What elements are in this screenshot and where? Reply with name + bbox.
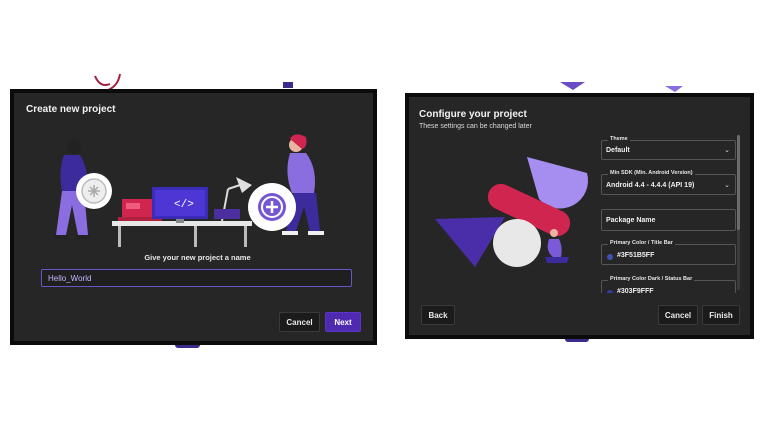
- primary-color-swatch: [607, 254, 613, 260]
- configure-project-dialog: Configure your project These settings ca…: [405, 93, 754, 339]
- primary-color-dark-field[interactable]: Primary Color Dark / Status Bar #303F9FF…: [601, 276, 736, 293]
- min-sdk-select[interactable]: Min SDK (Min. Android Version) Android 4…: [601, 170, 736, 195]
- finish-button[interactable]: Finish: [702, 305, 740, 325]
- next-button[interactable]: Next: [325, 312, 361, 332]
- back-button[interactable]: Back: [421, 305, 455, 325]
- primary-color-dark-value: #303F9FFF: [617, 288, 654, 293]
- project-name-input[interactable]: [41, 269, 352, 287]
- chevron-down-icon: ⌄: [724, 182, 730, 189]
- scrollbar-thumb[interactable]: [737, 135, 740, 230]
- package-name-placeholder: Package Name: [606, 217, 656, 224]
- project-name-prompt: Give your new project a name: [144, 253, 251, 262]
- primary-color-field[interactable]: Primary Color / Title Bar #3F51B5FF: [601, 240, 736, 265]
- cancel-button[interactable]: Cancel: [658, 305, 698, 325]
- package-name-field[interactable]: Package Name: [601, 209, 736, 231]
- chevron-down-icon: ⌄: [724, 147, 730, 154]
- theme-select[interactable]: Theme Default ⌄: [601, 136, 736, 160]
- svg-text:</>: </>: [174, 199, 194, 211]
- create-project-dialog: Create new project </> Give your new pro…: [10, 89, 377, 345]
- theme-value: Default: [606, 147, 630, 154]
- primary-color-label: Primary Color / Title Bar: [608, 240, 675, 246]
- primary-color-value: #3F51B5FF: [617, 252, 655, 259]
- form-scrollbar[interactable]: [737, 135, 740, 290]
- theme-label: Theme: [608, 136, 630, 142]
- team-illustration: </>: [54, 134, 324, 247]
- min-sdk-value: Android 4.4 - 4.4.4 (API 19): [606, 182, 695, 189]
- cancel-button[interactable]: Cancel: [279, 312, 320, 332]
- primary-color-dark-label: Primary Color Dark / Status Bar: [608, 276, 695, 282]
- settings-form: Theme Default ⌄ Min SDK (Min. Android Ve…: [409, 97, 750, 293]
- dialog-title: Create new project: [26, 104, 116, 115]
- primary-color-dark-swatch: [607, 290, 613, 293]
- min-sdk-label: Min SDK (Min. Android Version): [608, 170, 695, 176]
